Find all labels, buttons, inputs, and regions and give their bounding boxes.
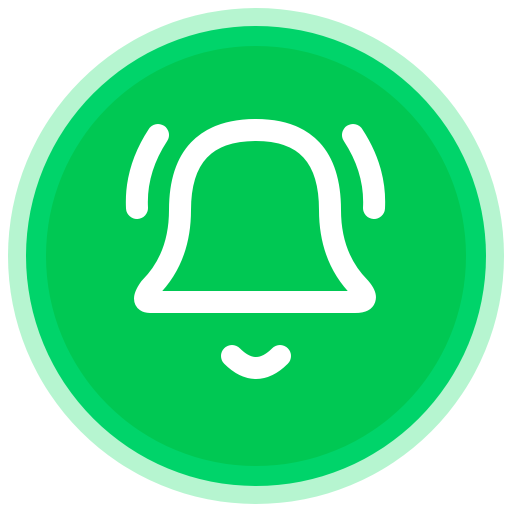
bell-clapper [221, 345, 291, 379]
bell-icon [125, 119, 386, 379]
ring-wave-right [342, 124, 386, 219]
ring-wave-left [125, 124, 169, 219]
bell-body [134, 119, 376, 313]
notification-bell-badge[interactable] [0, 0, 512, 512]
